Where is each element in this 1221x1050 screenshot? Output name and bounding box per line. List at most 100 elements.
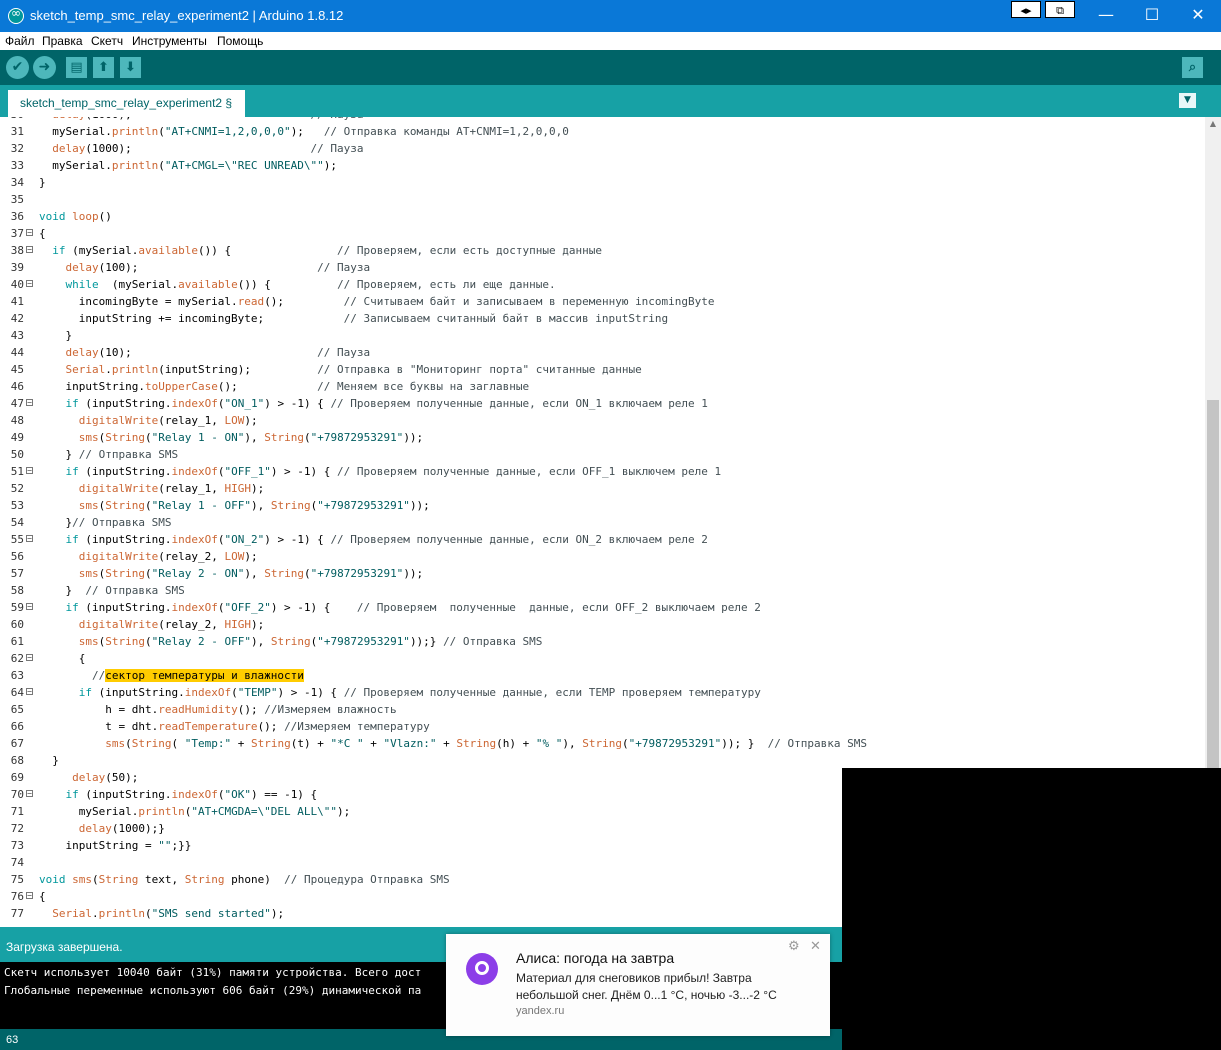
arduino-logo-icon <box>8 6 24 24</box>
code-line[interactable]: 52 digitalWrite(relay_1, HIGH); <box>0 480 1205 497</box>
settings-icon[interactable]: ⚙ <box>788 939 800 954</box>
code-line[interactable]: 56 digitalWrite(relay_2, LOW); <box>0 548 1205 565</box>
code-line[interactable]: 54 }// Отправка SMS <box>0 514 1205 531</box>
code-text: delay(1000);} <box>78 822 165 835</box>
code-line[interactable]: 32 delay(1000); // Пауза <box>0 140 1205 157</box>
maximize-button[interactable]: ☐ <box>1129 0 1175 30</box>
code-text: digitalWrite(relay_1, HIGH); <box>78 482 265 495</box>
close-button[interactable]: ✕ <box>1175 0 1221 30</box>
open-sketch-button[interactable]: ⬆ <box>93 57 114 78</box>
code-line[interactable]: 40− while (mySerial.available()) { // Пр… <box>0 276 1205 293</box>
fold-toggle-icon[interactable]: − <box>26 229 33 237</box>
fold-toggle-icon[interactable]: − <box>26 654 33 662</box>
tab-sketch[interactable]: sketch_temp_smc_relay_experiment2 § <box>8 90 245 117</box>
code-text: }// Отправка SMS <box>39 516 172 529</box>
line-number: 58 <box>10 584 24 597</box>
code-line[interactable]: 60 digitalWrite(relay_2, HIGH); <box>0 616 1205 633</box>
fold-toggle-icon[interactable]: − <box>26 467 33 475</box>
fold-toggle-icon[interactable]: − <box>26 399 33 407</box>
fold-toggle-icon[interactable]: − <box>26 246 33 254</box>
title-bar: sketch_temp_smc_relay_experiment2 | Ardu… <box>0 0 1221 32</box>
code-line[interactable]: 46 inputString.toUpperCase(); // Меняем … <box>0 378 1205 395</box>
menu-help[interactable]: Помощь <box>217 34 263 48</box>
console-line: Скетч использует 10040 байт (31%) памяти… <box>4 966 422 979</box>
code-line[interactable]: 53 sms(String("Relay 1 - OFF"), String("… <box>0 497 1205 514</box>
code-line[interactable]: 51− if (inputString.indexOf("OFF_1") > -… <box>0 463 1205 480</box>
line-number: 31 <box>10 125 24 138</box>
fold-toggle-icon[interactable]: − <box>26 688 33 696</box>
restore-window-icon[interactable]: ⧉ <box>1045 1 1075 18</box>
verify-button[interactable]: ✔ <box>6 56 29 79</box>
code-line[interactable]: 33 mySerial.println("AT+CMGL=\"REC UNREA… <box>0 157 1205 174</box>
code-text: while (mySerial.available()) { // Провер… <box>65 278 556 291</box>
tab-menu-icon[interactable]: ▼ <box>1179 93 1196 108</box>
fold-toggle-icon[interactable]: − <box>26 790 33 798</box>
fold-toggle-icon[interactable]: − <box>26 603 33 611</box>
code-text: if (mySerial.available()) { // Проверяем… <box>52 244 602 257</box>
code-text: if (inputString.indexOf("OK") == -1) { <box>65 788 318 801</box>
line-number: 69 <box>10 771 24 784</box>
code-text: h = dht.readHumidity(); //Измеряем влажн… <box>39 703 397 716</box>
close-icon[interactable]: ✕ <box>810 939 821 954</box>
line-number: 47 <box>10 397 24 410</box>
code-line[interactable]: 67 sms(String( "Temp:" + String(t) + "*C… <box>0 735 1205 752</box>
line-number: 77 <box>10 907 24 920</box>
code-text: mySerial.println("AT+CMGL=\"REC UNREAD\"… <box>39 159 338 172</box>
fold-toggle-icon[interactable]: − <box>26 535 33 543</box>
scrollbar-thumb[interactable] <box>1207 400 1219 770</box>
code-text: if (inputString.indexOf("ON_2") > -1) { … <box>65 533 708 546</box>
code-line[interactable]: 36 void loop() <box>0 208 1205 225</box>
code-line[interactable]: 37−{ <box>0 225 1205 242</box>
code-line[interactable]: 31 mySerial.println("AT+CNMI=1,2,0,0,0")… <box>0 123 1205 140</box>
code-line[interactable]: 50 } // Отправка SMS <box>0 446 1205 463</box>
code-line[interactable]: 49 sms(String("Relay 1 - ON"), String("+… <box>0 429 1205 446</box>
code-line[interactable]: 68 } <box>0 752 1205 769</box>
fold-toggle-icon[interactable]: − <box>26 280 33 288</box>
code-line[interactable]: 55− if (inputString.indexOf("ON_2") > -1… <box>0 531 1205 548</box>
menu-edit[interactable]: Правка <box>42 34 83 48</box>
code-line[interactable]: 65 h = dht.readHumidity(); //Измеряем вл… <box>0 701 1205 718</box>
menu-sketch[interactable]: Скетч <box>91 34 123 48</box>
line-number: 37 <box>10 227 24 240</box>
menu-tools[interactable]: Инструменты <box>132 34 207 48</box>
fold-toggle-icon[interactable]: − <box>26 892 33 900</box>
code-text: Serial.println(inputString); // Отправка… <box>65 363 642 376</box>
minimize-button[interactable]: — <box>1083 0 1129 30</box>
line-number: 46 <box>10 380 24 393</box>
new-sketch-button[interactable]: ▤ <box>66 57 87 78</box>
menu-file[interactable]: Файл <box>5 34 35 48</box>
code-line[interactable]: 48 digitalWrite(relay_1, LOW); <box>0 412 1205 429</box>
line-number: 40 <box>10 278 24 291</box>
code-line[interactable]: 47− if (inputString.indexOf("ON_1") > -1… <box>0 395 1205 412</box>
code-line[interactable]: 61 sms(String("Relay 2 - OFF"), String("… <box>0 633 1205 650</box>
code-line[interactable]: 66 t = dht.readTemperature(); //Измеряем… <box>0 718 1205 735</box>
save-sketch-button[interactable]: ⬇ <box>120 57 141 78</box>
code-line[interactable]: 59− if (inputString.indexOf("OFF_2") > -… <box>0 599 1205 616</box>
window-title: sketch_temp_smc_relay_experiment2 | Ardu… <box>30 8 344 23</box>
snap-layout-icon[interactable]: ◂▸ <box>1011 1 1041 18</box>
line-number: 59 <box>10 601 24 614</box>
code-line[interactable]: 34} <box>0 174 1205 191</box>
scroll-up-icon[interactable]: ▲ <box>1205 119 1221 131</box>
code-line[interactable]: 43 } <box>0 327 1205 344</box>
code-line[interactable]: 35 <box>0 191 1205 208</box>
upload-button[interactable]: ➜ <box>33 56 56 79</box>
code-line[interactable]: 42 inputString += incomingByte; // Запис… <box>0 310 1205 327</box>
code-line[interactable]: 64− if (inputString.indexOf("TEMP") > -1… <box>0 684 1205 701</box>
code-text: digitalWrite(relay_2, HIGH); <box>78 618 265 631</box>
code-line[interactable]: 39 delay(100); // Пауза <box>0 259 1205 276</box>
serial-monitor-button[interactable]: ⌕ <box>1182 57 1203 78</box>
notification-toast[interactable]: Алиса: погода на завтра Материал для сне… <box>446 934 830 1036</box>
toolbar: ✔ ➜ ▤ ⬆ ⬇ ⌕ <box>0 50 1221 85</box>
code-line[interactable]: 62− { <box>0 650 1205 667</box>
code-line[interactable]: 58 } // Отправка SMS <box>0 582 1205 599</box>
code-line[interactable]: 57 sms(String("Relay 2 - ON"), String("+… <box>0 565 1205 582</box>
line-number: 56 <box>10 550 24 563</box>
code-line[interactable]: 44 delay(10); // Пауза <box>0 344 1205 361</box>
status-message: Загрузка завершена. <box>6 940 123 954</box>
line-number: 66 <box>10 720 24 733</box>
code-line[interactable]: 41 incomingByte = mySerial.read(); // Сч… <box>0 293 1205 310</box>
code-line[interactable]: 38− if (mySerial.available()) { // Прове… <box>0 242 1205 259</box>
code-line[interactable]: 63 //сектор температуры и влажности <box>0 667 1205 684</box>
code-line[interactable]: 45 Serial.println(inputString); // Отпра… <box>0 361 1205 378</box>
